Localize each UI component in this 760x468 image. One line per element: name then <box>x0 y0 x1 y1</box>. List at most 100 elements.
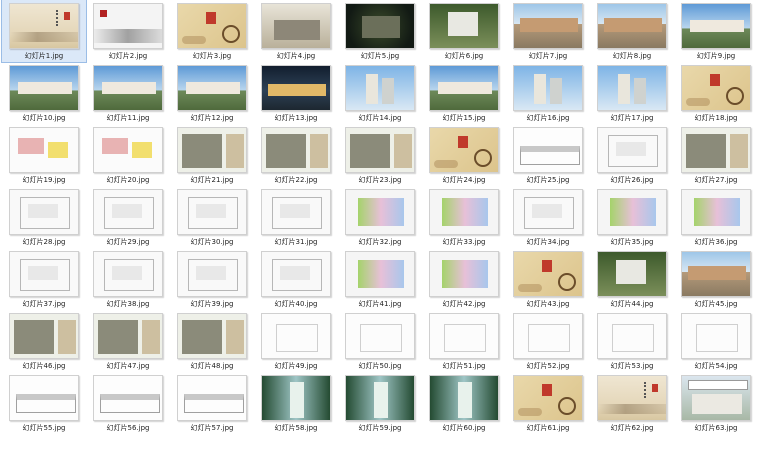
file-item[interactable]: 幻灯片38.jpg <box>86 248 170 310</box>
file-thumbnail[interactable] <box>177 3 247 49</box>
file-item[interactable]: 幻灯片2.jpg <box>86 0 170 62</box>
file-item[interactable]: 幻灯片48.jpg <box>170 310 254 372</box>
file-thumbnail[interactable] <box>513 375 583 421</box>
file-name-label[interactable]: 幻灯片19.jpg <box>2 176 86 185</box>
file-name-label[interactable]: 幻灯片18.jpg <box>674 114 758 123</box>
file-thumbnail[interactable] <box>597 127 667 173</box>
file-name-label[interactable]: 幻灯片38.jpg <box>86 300 170 309</box>
file-name-label[interactable]: 幻灯片29.jpg <box>86 238 170 247</box>
file-item[interactable]: 幻灯片34.jpg <box>506 186 590 248</box>
file-thumbnail[interactable] <box>93 251 163 297</box>
file-thumbnail[interactable] <box>513 127 583 173</box>
file-item[interactable]: 幻灯片9.jpg <box>674 0 758 62</box>
file-thumbnail[interactable] <box>93 127 163 173</box>
file-name-label[interactable]: 幻灯片62.jpg <box>590 424 674 433</box>
file-name-label[interactable]: 幻灯片25.jpg <box>506 176 590 185</box>
file-thumbnail[interactable] <box>429 127 499 173</box>
file-item[interactable]: 幻灯片42.jpg <box>422 248 506 310</box>
file-name-label[interactable]: 幻灯片1.jpg <box>2 52 86 61</box>
file-item[interactable]: 幻灯片22.jpg <box>254 124 338 186</box>
file-thumbnail[interactable] <box>681 189 751 235</box>
file-name-label[interactable]: 幻灯片17.jpg <box>590 114 674 123</box>
file-name-label[interactable]: 幻灯片42.jpg <box>422 300 506 309</box>
file-name-label[interactable]: 幻灯片14.jpg <box>338 114 422 123</box>
file-name-label[interactable]: 幻灯片59.jpg <box>338 424 422 433</box>
file-thumbnail[interactable] <box>9 251 79 297</box>
file-name-label[interactable]: 幻灯片30.jpg <box>170 238 254 247</box>
file-item[interactable]: 幻灯片4.jpg <box>254 0 338 62</box>
file-name-label[interactable]: 幻灯片16.jpg <box>506 114 590 123</box>
file-name-label[interactable]: 幻灯片46.jpg <box>2 362 86 371</box>
file-item[interactable]: 幻灯片49.jpg <box>254 310 338 372</box>
file-thumbnail[interactable] <box>681 65 751 111</box>
file-name-label[interactable]: 幻灯片23.jpg <box>338 176 422 185</box>
file-item[interactable]: 幻灯片24.jpg <box>422 124 506 186</box>
file-item[interactable]: 幻灯片54.jpg <box>674 310 758 372</box>
file-thumbnail[interactable] <box>429 65 499 111</box>
file-name-label[interactable]: 幻灯片63.jpg <box>674 424 758 433</box>
file-item[interactable]: 幻灯片33.jpg <box>422 186 506 248</box>
file-item[interactable]: 幻灯片8.jpg <box>590 0 674 62</box>
file-name-label[interactable]: 幻灯片58.jpg <box>254 424 338 433</box>
file-thumbnail[interactable] <box>429 189 499 235</box>
file-name-label[interactable]: 幻灯片43.jpg <box>506 300 590 309</box>
file-item[interactable]: 幻灯片59.jpg <box>338 372 422 434</box>
file-name-label[interactable]: 幻灯片20.jpg <box>86 176 170 185</box>
file-thumbnail[interactable] <box>93 3 163 49</box>
file-item[interactable]: 幻灯片45.jpg <box>674 248 758 310</box>
file-name-label[interactable]: 幻灯片22.jpg <box>254 176 338 185</box>
file-name-label[interactable]: 幻灯片13.jpg <box>254 114 338 123</box>
file-item[interactable]: 幻灯片31.jpg <box>254 186 338 248</box>
file-name-label[interactable]: 幻灯片50.jpg <box>338 362 422 371</box>
file-item[interactable]: 幻灯片18.jpg <box>674 62 758 124</box>
file-item[interactable]: 幻灯片19.jpg <box>2 124 86 186</box>
file-name-label[interactable]: 幻灯片55.jpg <box>2 424 86 433</box>
file-thumbnail[interactable] <box>261 313 331 359</box>
file-thumbnail[interactable] <box>681 375 751 421</box>
file-item[interactable]: 幻灯片32.jpg <box>338 186 422 248</box>
file-thumbnail[interactable] <box>177 375 247 421</box>
file-thumbnail[interactable] <box>429 375 499 421</box>
file-name-label[interactable]: 幻灯片4.jpg <box>254 52 338 61</box>
file-item[interactable]: 幻灯片50.jpg <box>338 310 422 372</box>
file-thumbnail[interactable] <box>93 313 163 359</box>
file-thumbnail[interactable] <box>93 375 163 421</box>
file-thumbnail[interactable] <box>429 251 499 297</box>
file-thumbnail[interactable] <box>177 313 247 359</box>
file-item[interactable]: 幻灯片56.jpg <box>86 372 170 434</box>
file-item[interactable]: 幻灯片46.jpg <box>2 310 86 372</box>
file-thumbnail[interactable] <box>513 251 583 297</box>
file-thumbnail[interactable] <box>597 375 667 421</box>
file-name-label[interactable]: 幻灯片3.jpg <box>170 52 254 61</box>
file-item[interactable]: 幻灯片29.jpg <box>86 186 170 248</box>
file-item[interactable]: 幻灯片62.jpg <box>590 372 674 434</box>
file-thumbnail[interactable] <box>93 65 163 111</box>
file-thumbnail[interactable] <box>9 3 79 49</box>
file-item[interactable]: 幻灯片20.jpg <box>86 124 170 186</box>
file-thumbnail[interactable] <box>9 127 79 173</box>
file-name-label[interactable]: 幻灯片11.jpg <box>86 114 170 123</box>
file-name-label[interactable]: 幻灯片33.jpg <box>422 238 506 247</box>
file-name-label[interactable]: 幻灯片27.jpg <box>674 176 758 185</box>
file-thumbnail[interactable] <box>681 251 751 297</box>
file-thumbnail[interactable] <box>261 189 331 235</box>
file-name-label[interactable]: 幻灯片52.jpg <box>506 362 590 371</box>
file-name-label[interactable]: 幻灯片21.jpg <box>170 176 254 185</box>
file-thumbnail[interactable] <box>177 189 247 235</box>
file-name-label[interactable]: 幻灯片36.jpg <box>674 238 758 247</box>
file-thumbnail[interactable] <box>429 3 499 49</box>
file-thumbnail[interactable] <box>261 251 331 297</box>
file-item[interactable]: 幻灯片11.jpg <box>86 62 170 124</box>
file-item[interactable]: 幻灯片5.jpg <box>338 0 422 62</box>
file-name-label[interactable]: 幻灯片48.jpg <box>170 362 254 371</box>
file-name-label[interactable]: 幻灯片56.jpg <box>86 424 170 433</box>
file-item[interactable]: 幻灯片21.jpg <box>170 124 254 186</box>
file-item[interactable]: 幻灯片28.jpg <box>2 186 86 248</box>
file-thumbnail[interactable] <box>345 313 415 359</box>
file-thumbnail[interactable] <box>345 251 415 297</box>
file-thumbnail[interactable] <box>345 127 415 173</box>
file-item[interactable]: 幻灯片40.jpg <box>254 248 338 310</box>
file-item[interactable]: 幻灯片53.jpg <box>590 310 674 372</box>
file-item[interactable]: 幻灯片51.jpg <box>422 310 506 372</box>
file-item[interactable]: 幻灯片57.jpg <box>170 372 254 434</box>
